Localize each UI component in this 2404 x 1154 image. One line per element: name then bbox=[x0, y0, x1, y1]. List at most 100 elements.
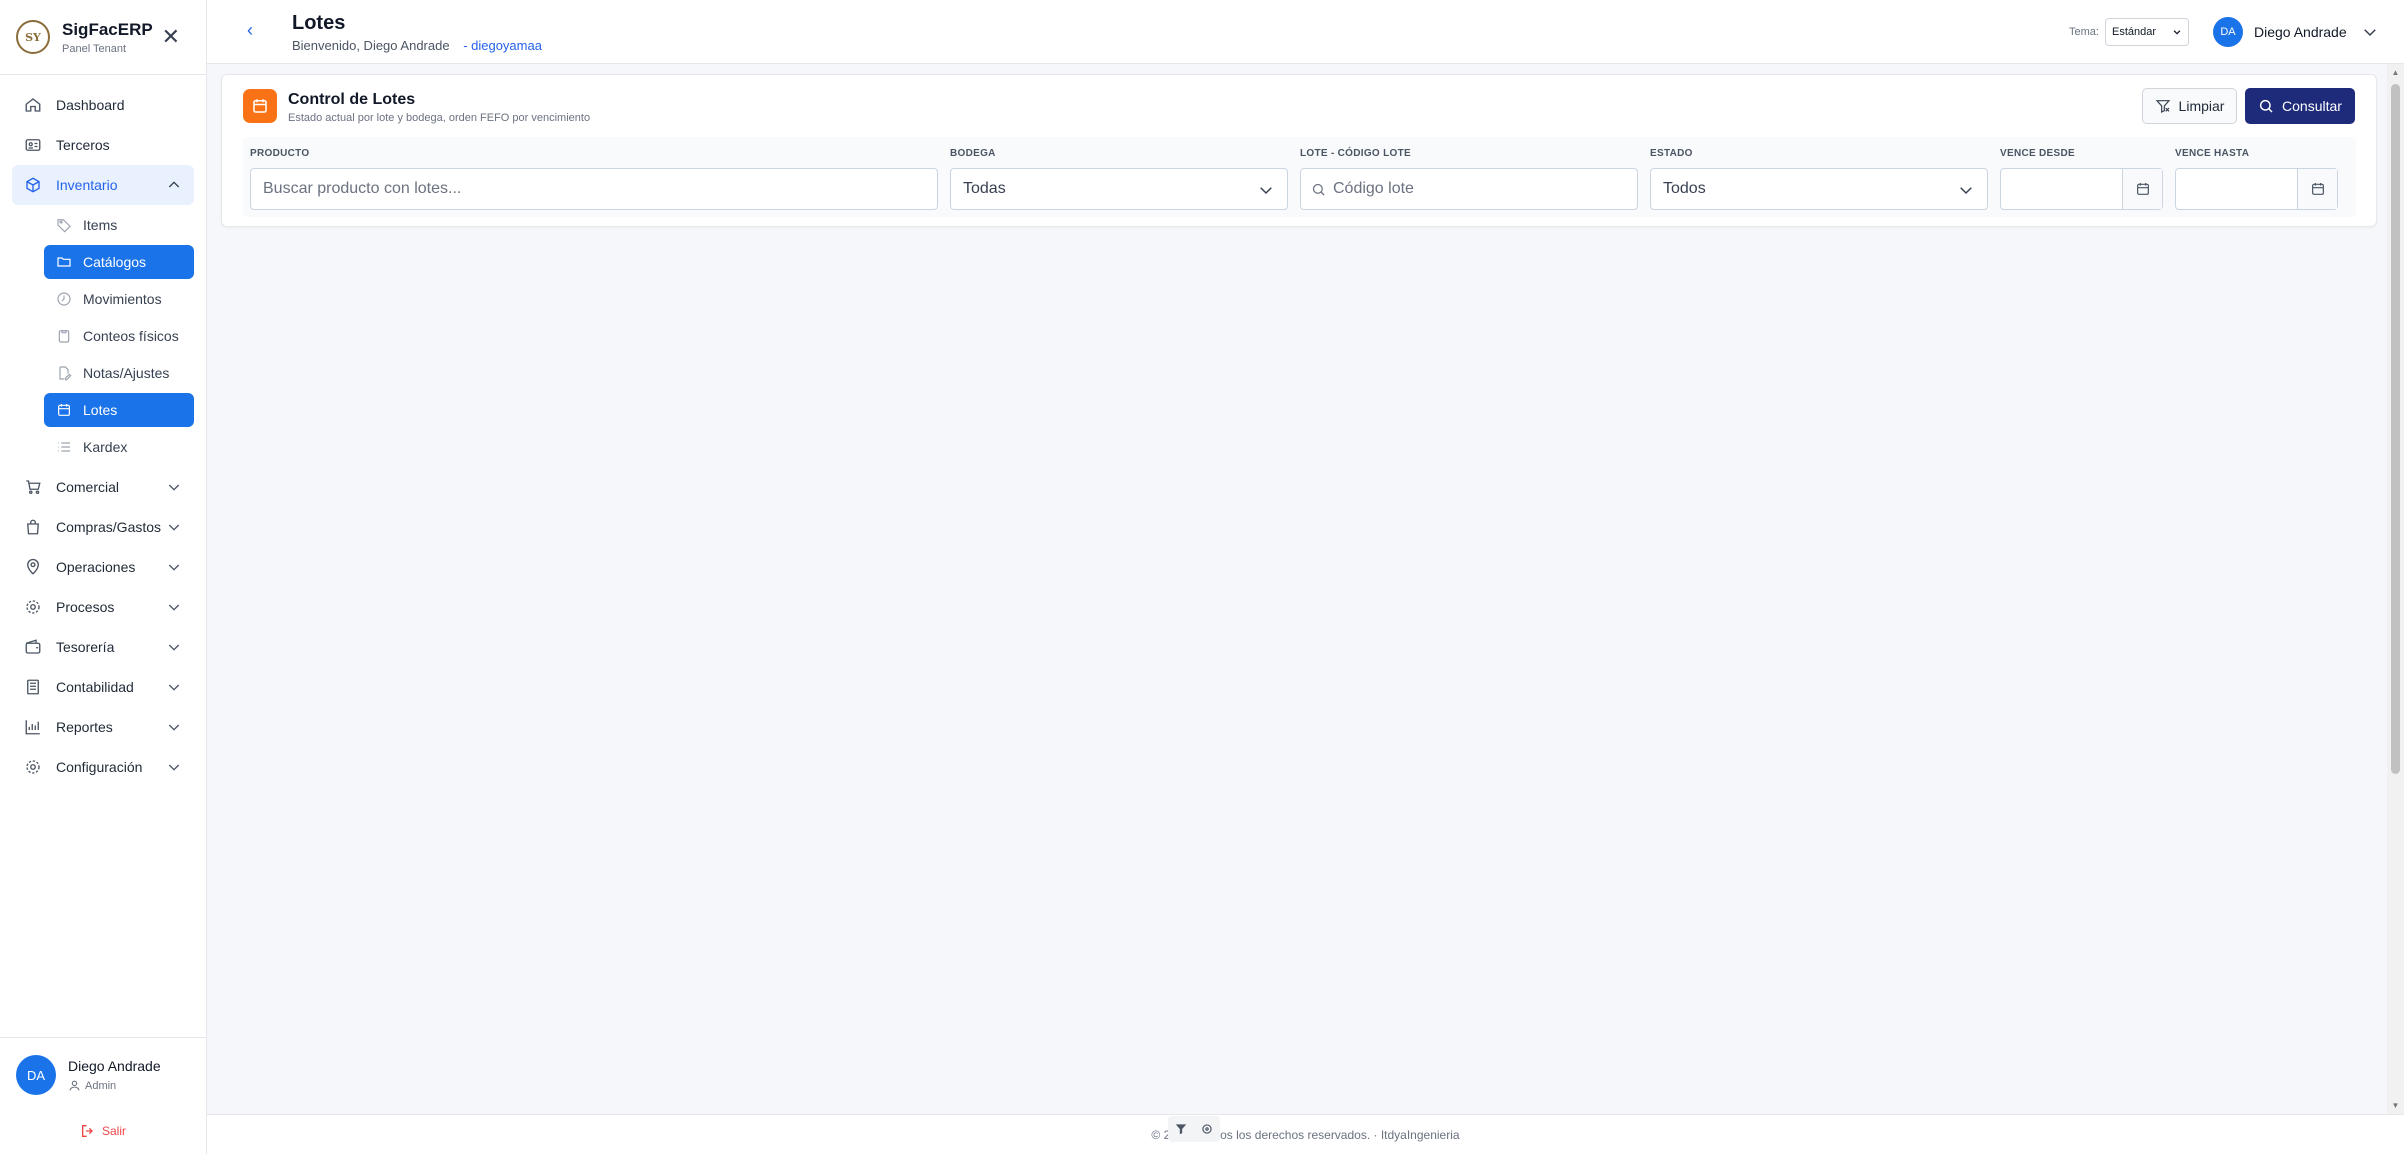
sidebar-subitem-catalogos[interactable]: Catálogos bbox=[44, 245, 194, 279]
back-chevron-icon[interactable]: ‹ bbox=[247, 20, 253, 41]
scrollbar-thumb[interactable] bbox=[2391, 84, 2400, 774]
sidebar-subitem-conteos[interactable]: Conteos físicos bbox=[44, 319, 194, 353]
edit-file-icon bbox=[59, 366, 72, 381]
sidebar-item-terceros[interactable]: Terceros bbox=[0, 125, 206, 165]
calendar-badge-icon bbox=[243, 89, 277, 123]
user-menu-chevron-icon[interactable] bbox=[2361, 23, 2379, 41]
logout-button[interactable]: Salir bbox=[80, 1123, 126, 1139]
sidebar-subitem-notas-ajustes[interactable]: Notas/Ajustes bbox=[44, 356, 194, 390]
tag-icon bbox=[57, 219, 71, 233]
logout-icon bbox=[82, 1125, 93, 1137]
clipboard-icon bbox=[58, 330, 70, 343]
folder-icon bbox=[57, 257, 71, 267]
bar-chart-icon bbox=[25, 720, 40, 735]
card-subtitle: Estado actual por lote y bodega, orden F… bbox=[288, 112, 591, 124]
sidebar-subitem-label: Catálogos bbox=[83, 254, 147, 270]
avatar[interactable]: DA bbox=[16, 1055, 56, 1095]
calendar-icon bbox=[58, 404, 70, 416]
ledger-icon bbox=[27, 679, 39, 695]
chevron-down-icon bbox=[168, 524, 180, 531]
vertical-scrollbar[interactable]: ▲ ▼ bbox=[2387, 64, 2404, 1114]
sidebar-item-procesos[interactable]: Procesos bbox=[0, 587, 206, 627]
close-sidebar-icon[interactable]: ✕ bbox=[162, 24, 180, 50]
estado-select[interactable]: Todos bbox=[1650, 168, 1988, 210]
sidebar-item-label: Configuración bbox=[56, 759, 143, 775]
scroll-up-arrow-icon[interactable]: ▲ bbox=[2391, 68, 2400, 77]
lote-input[interactable]: Código lote bbox=[1300, 168, 1638, 210]
vence-desde-label: VENCE DESDE bbox=[2000, 148, 2075, 159]
wallet-icon bbox=[25, 639, 41, 654]
sidebar-subitem-label: Movimientos bbox=[83, 291, 162, 307]
list-icon bbox=[58, 442, 70, 452]
filter-icon[interactable] bbox=[1174, 1122, 1188, 1136]
sidebar-item-label: Terceros bbox=[56, 137, 110, 153]
sidebar-item-comercial[interactable]: Comercial bbox=[0, 467, 206, 507]
sidebar-subitem-items[interactable]: Items bbox=[44, 208, 194, 242]
vence-desde-input[interactable] bbox=[2000, 168, 2163, 210]
vence-hasta-input[interactable] bbox=[2175, 168, 2338, 210]
sidebar-item-reportes[interactable]: Reportes bbox=[0, 707, 206, 747]
filter-clear-icon bbox=[2155, 100, 2170, 113]
theme-select-value: Estándar bbox=[2112, 26, 2157, 38]
user-name: Diego Andrade bbox=[68, 1058, 161, 1074]
map-pin-icon bbox=[27, 558, 39, 575]
main-content: Control de Lotes Estado actual por lote … bbox=[207, 64, 2387, 1114]
calendar-picker-icon[interactable] bbox=[2297, 169, 2337, 209]
sidebar-item-dashboard[interactable]: Dashboard bbox=[0, 85, 206, 125]
tenant-link[interactable]: - diegoyamaa bbox=[463, 38, 542, 53]
home-icon bbox=[25, 98, 41, 112]
sidebar-item-compras-gastos[interactable]: Compras/Gastos bbox=[0, 507, 206, 547]
floating-toolbar bbox=[1168, 1116, 1220, 1142]
producto-label: PRODUCTO bbox=[250, 148, 310, 159]
estado-label: ESTADO bbox=[1650, 148, 1693, 159]
sidebar-subitem-movimientos[interactable]: Movimientos bbox=[44, 282, 194, 316]
id-card-icon bbox=[25, 139, 41, 151]
user-role: Admin bbox=[68, 1079, 116, 1092]
sidebar-subitem-lotes[interactable]: Lotes bbox=[44, 393, 194, 427]
chevron-down-icon bbox=[2173, 30, 2181, 35]
sidebar-subitem-label: Kardex bbox=[83, 439, 128, 455]
bodega-select[interactable]: Todas bbox=[950, 168, 1288, 210]
vence-hasta-label: VENCE HASTA bbox=[2175, 148, 2250, 159]
clear-button[interactable]: Limpiar bbox=[2142, 88, 2237, 124]
sidebar-item-label: Procesos bbox=[56, 599, 115, 615]
chevron-down-icon bbox=[1260, 187, 1272, 195]
chevron-up-icon bbox=[168, 181, 180, 188]
target-icon[interactable] bbox=[1200, 1122, 1214, 1136]
sidebar-item-contabilidad[interactable]: Contabilidad bbox=[0, 667, 206, 707]
sidebar-item-label: Reportes bbox=[56, 719, 113, 735]
header-avatar[interactable]: DA bbox=[2213, 17, 2243, 47]
producto-placeholder: Buscar producto con lotes... bbox=[263, 180, 462, 197]
chevron-down-icon bbox=[168, 724, 180, 731]
sidebar-item-label: Contabilidad bbox=[56, 679, 134, 695]
lote-placeholder: Código lote bbox=[1333, 180, 1414, 197]
bag-icon bbox=[27, 519, 39, 535]
gear-icon bbox=[26, 600, 40, 614]
sidebar-item-label: Tesorería bbox=[56, 639, 115, 655]
estado-value: Todos bbox=[1663, 180, 1706, 197]
sidebar-item-label: Compras/Gastos bbox=[56, 519, 162, 535]
filters-row: PRODUCTO Buscar producto con lotes... BO… bbox=[243, 137, 2356, 217]
scroll-down-arrow-icon[interactable]: ▼ bbox=[2391, 1101, 2400, 1110]
welcome-line: Bienvenido, Diego Andrade - diegoyamaa bbox=[292, 38, 542, 53]
sidebar-item-configuracion[interactable]: Configuración bbox=[0, 747, 206, 787]
sidebar-item-label: Inventario bbox=[56, 177, 118, 193]
sidebar-item-operaciones[interactable]: Operaciones bbox=[0, 547, 206, 587]
header-user-name[interactable]: Diego Andrade bbox=[2254, 24, 2347, 40]
settings-icon bbox=[26, 760, 40, 774]
sidebar-subitem-label: Items bbox=[83, 217, 118, 233]
producto-input[interactable]: Buscar producto con lotes... bbox=[250, 168, 938, 210]
calendar-picker-icon[interactable] bbox=[2122, 169, 2162, 209]
sidebar-subitem-label: Notas/Ajustes bbox=[83, 365, 170, 381]
top-header: ‹ Lotes Bienvenido, Diego Andrade - dieg… bbox=[207, 0, 2404, 64]
chevron-down-icon bbox=[168, 644, 180, 651]
sidebar-subitem-kardex[interactable]: Kardex bbox=[44, 430, 194, 464]
sidebar-item-tesoreria[interactable]: Tesorería bbox=[0, 627, 206, 667]
theme-select[interactable]: Estándar bbox=[2105, 18, 2189, 46]
sidebar-item-inventario[interactable]: Inventario bbox=[12, 165, 194, 205]
chevron-down-icon bbox=[168, 764, 180, 771]
sidebar-user-panel: DA Diego Andrade Admin Salir bbox=[0, 1037, 206, 1154]
query-button[interactable]: Consultar bbox=[2245, 88, 2355, 124]
user-role-label: Admin bbox=[85, 1079, 117, 1092]
chevron-down-icon bbox=[168, 604, 180, 611]
